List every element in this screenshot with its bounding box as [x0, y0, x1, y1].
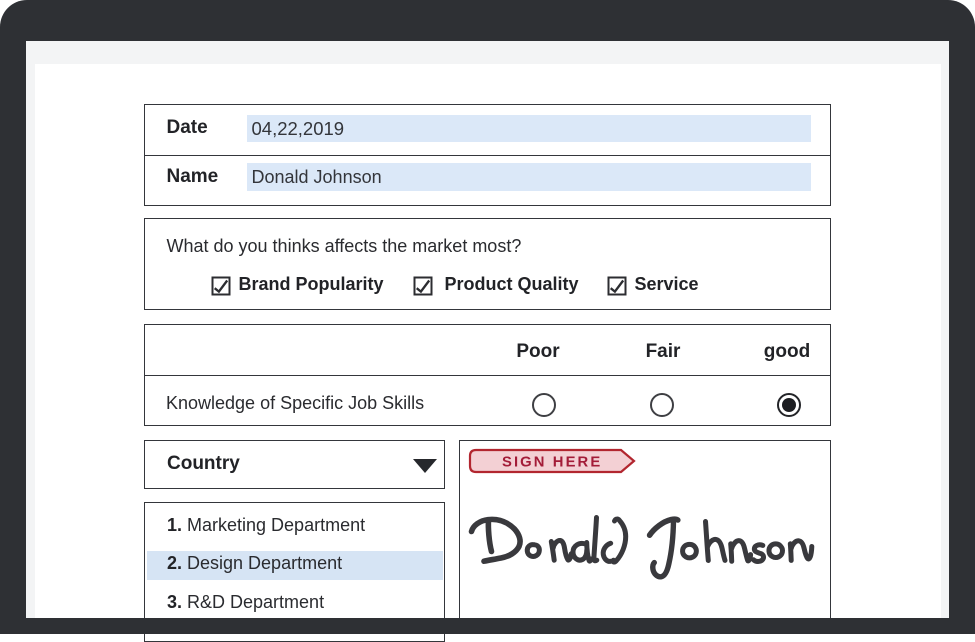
svg-text:SIGN HERE: SIGN HERE: [502, 455, 602, 471]
